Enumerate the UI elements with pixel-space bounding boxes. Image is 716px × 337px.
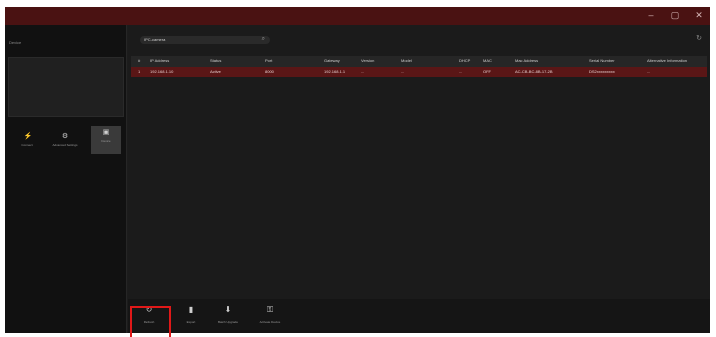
maximize-button[interactable]: ▢ <box>670 10 680 20</box>
column-header[interactable]: Alternative Information <box>647 58 687 63</box>
table-cell: OFF <box>483 69 491 74</box>
table-row[interactable]: 1 192.168.1.10 Active 8000 192.168.1.1 .… <box>131 67 707 77</box>
column-header[interactable]: Model <box>401 58 412 63</box>
title-bar: – ▢ ✕ <box>5 7 710 25</box>
device-icon: ▣ <box>102 129 110 136</box>
plug-icon: ⚡ <box>23 133 33 140</box>
table-cell: 192.168.1.1 <box>324 69 346 74</box>
table-cell: ... <box>647 69 651 74</box>
search-value: IPC-camera <box>144 37 166 42</box>
table-cell: Active <box>210 69 221 74</box>
window-controls: – ▢ ✕ <box>646 10 704 20</box>
tool-device[interactable]: ▣ Device <box>91 126 121 154</box>
table-cell: 192.168.1.10 <box>150 69 174 74</box>
app-window: – ▢ ✕ Device ⚡ Connect ⚙ Advanced Settin… <box>5 7 710 333</box>
minimize-button[interactable]: – <box>646 10 656 20</box>
refresh-list-icon[interactable]: ↻ <box>696 34 702 42</box>
column-header[interactable]: Status <box>210 58 221 63</box>
table-cell: AC-CB-BC-8B-17-2B <box>515 69 553 74</box>
export-button[interactable]: ▮ Export <box>173 301 209 331</box>
column-header[interactable]: Gateway <box>324 58 340 63</box>
batch-upgrade-button[interactable]: ⬇ Batch Upgrade <box>210 301 246 331</box>
close-button[interactable]: ✕ <box>694 10 704 20</box>
column-header[interactable]: DHCP <box>459 58 470 63</box>
tool-connect[interactable]: ⚡ Connect <box>15 130 39 154</box>
search-input[interactable]: IPC-camera ⌕ <box>140 36 270 44</box>
table-cell: DS2xxxxxxxxx <box>589 69 615 74</box>
highlight-box <box>130 306 171 337</box>
activate-device-label: Activate Device <box>259 320 281 324</box>
left-panel: Device ⚡ Connect ⚙ Advanced Settings ▣ D… <box>5 25 127 333</box>
activate-device-button[interactable]: ⚿ Activate Device <box>252 301 288 331</box>
bottom-toolbar: ↻ Refresh ▮ Export ⬇ Batch Upgrade ⚿ Act… <box>128 299 710 333</box>
table-cell: ... <box>401 69 405 74</box>
column-header[interactable]: Serial Number <box>589 58 615 63</box>
column-header[interactable]: Version <box>361 58 374 63</box>
device-preview <box>8 57 124 117</box>
search-icon: ⌕ <box>261 36 265 42</box>
tool-advanced-settings[interactable]: ⚙ Advanced Settings <box>52 130 78 154</box>
table-header: # IP Address Status Port Gateway Version… <box>131 56 707 67</box>
table-cell: ... <box>459 69 463 74</box>
column-header[interactable]: Mac Address <box>515 58 538 63</box>
download-icon: ⬇ <box>224 305 232 314</box>
table-cell: 8000 <box>265 69 274 74</box>
tool-label: Advanced Settings <box>52 143 78 147</box>
main-area: IPC-camera ⌕ ↻ # IP Address Status Port … <box>128 25 710 333</box>
table-cell: 1 <box>138 69 141 74</box>
column-header[interactable]: MAC <box>483 58 492 63</box>
export-icon: ▮ <box>188 305 194 314</box>
export-label: Export <box>186 320 196 324</box>
column-header[interactable]: IP Address <box>150 58 169 63</box>
batch-upgrade-label: Batch Upgrade <box>217 320 238 324</box>
column-header[interactable]: Port <box>265 58 272 63</box>
lock-icon: ⚿ <box>266 305 274 314</box>
tool-label: Device <box>101 139 111 143</box>
gear-icon: ⚙ <box>61 133 69 140</box>
tool-label: Connect <box>21 143 33 147</box>
table-cell: ... <box>361 69 365 74</box>
column-header[interactable]: # <box>138 58 140 63</box>
panel-title: Device <box>9 40 22 45</box>
